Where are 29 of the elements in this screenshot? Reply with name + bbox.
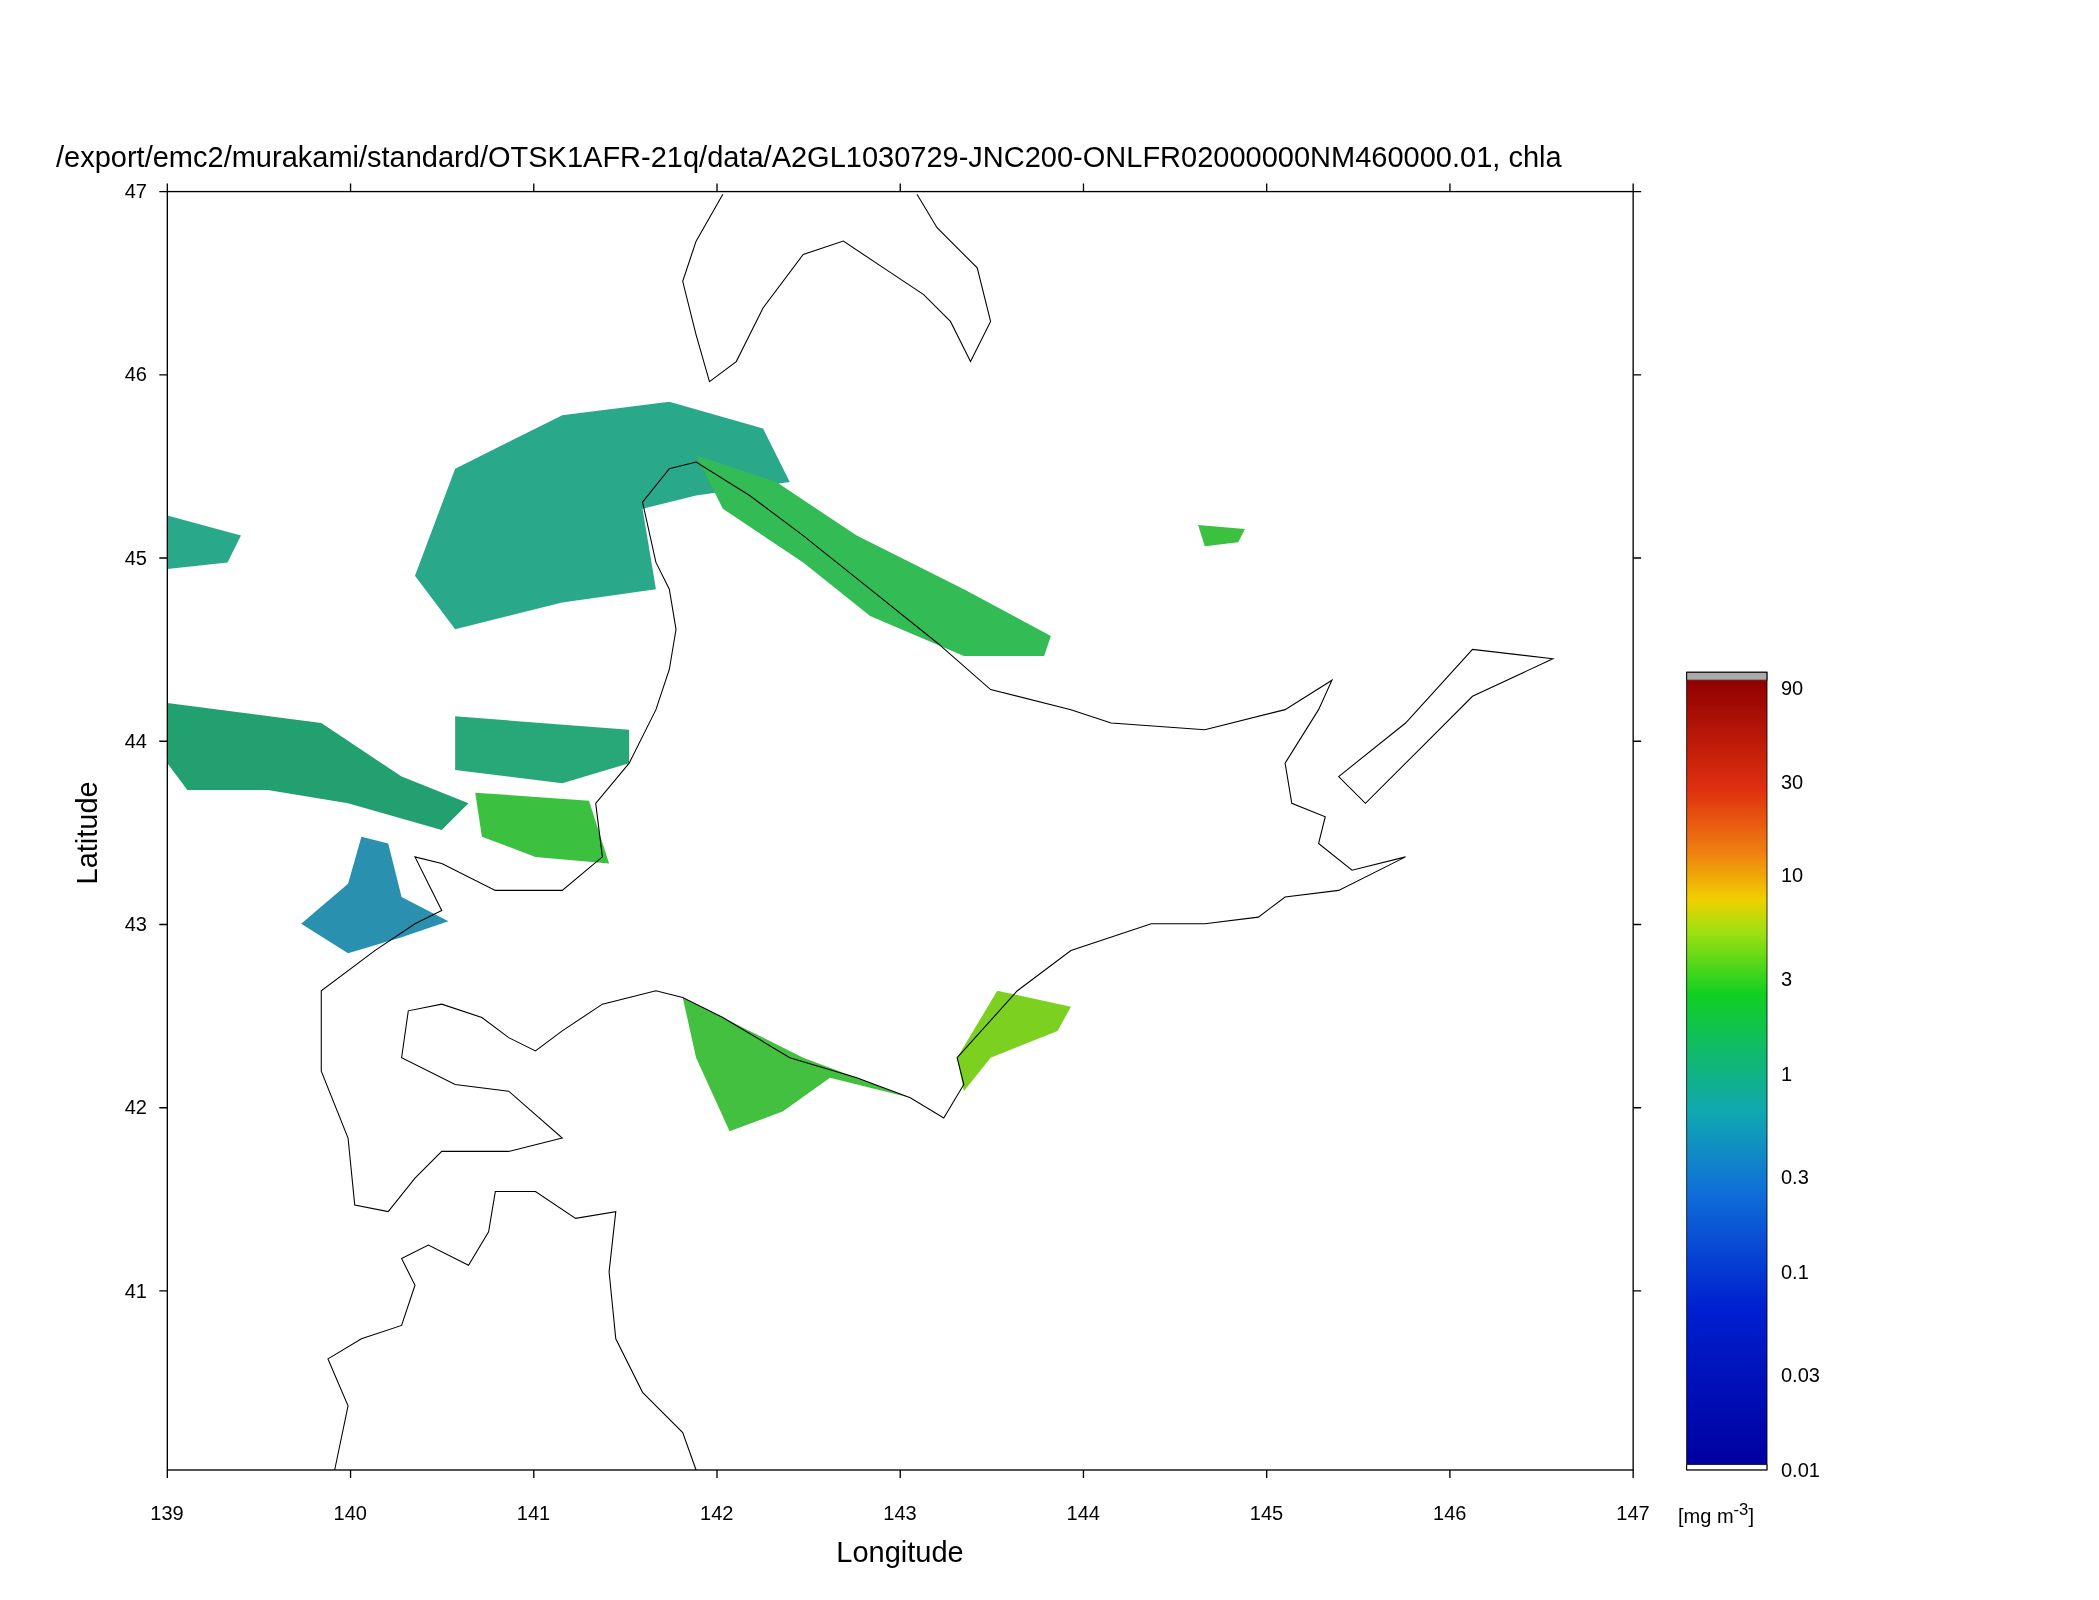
- axis-tick-label: 143: [882, 1503, 918, 1523]
- axis-tick-label: 43: [123, 914, 147, 934]
- axis-tick-label: 41: [123, 1280, 147, 1301]
- axis-tick-label: 146: [1432, 1503, 1468, 1523]
- axis-tick-label: 142: [699, 1503, 735, 1523]
- axis-tick-label: 144: [1065, 1503, 1101, 1523]
- axis-tick-label: 140: [332, 1503, 368, 1523]
- axis-tick-label: 145: [1248, 1503, 1285, 1523]
- colorbar-tick-label: 0.3: [1781, 1166, 1809, 1187]
- colorbar-tick-label: 0.1: [1781, 1261, 1809, 1282]
- axis-tick-label: 46: [123, 364, 147, 385]
- colorbar-unit: [mg m$^{-3}$]: [1678, 1502, 1754, 1526]
- axis-tick-label: 139: [149, 1503, 185, 1523]
- colorbar-tick-label: 10: [1781, 865, 1804, 886]
- axis-tick-label: 147: [1615, 1503, 1651, 1523]
- axis-tick-label: 141: [515, 1503, 552, 1523]
- axis-label: Latitude: [72, 784, 102, 885]
- axis-tick-label: 47: [123, 181, 147, 201]
- colorbar-tick-label: 1: [1781, 1063, 1793, 1084]
- plot-title: /export/emc2/murakami/standard/OTSK1AFR-21q/data/A2GL1030729-JNC200-ONLFR02000000NM460000.01, chla: [56, 143, 1562, 172]
- axis-tick-label: 44: [123, 730, 147, 751]
- colorbar-tick-label: 3: [1781, 968, 1793, 989]
- axis-tick-label: 45: [123, 547, 147, 568]
- colorbar-tick-label: 0.03: [1781, 1364, 1820, 1385]
- axis-label: Longitude: [835, 1538, 965, 1567]
- colorbar-tick-label: 30: [1781, 771, 1804, 792]
- colorbar-tick-label: 0.01: [1781, 1459, 1820, 1480]
- axis-tick-label: 42: [123, 1097, 147, 1118]
- colorbar-tick-label: 90: [1781, 678, 1804, 699]
